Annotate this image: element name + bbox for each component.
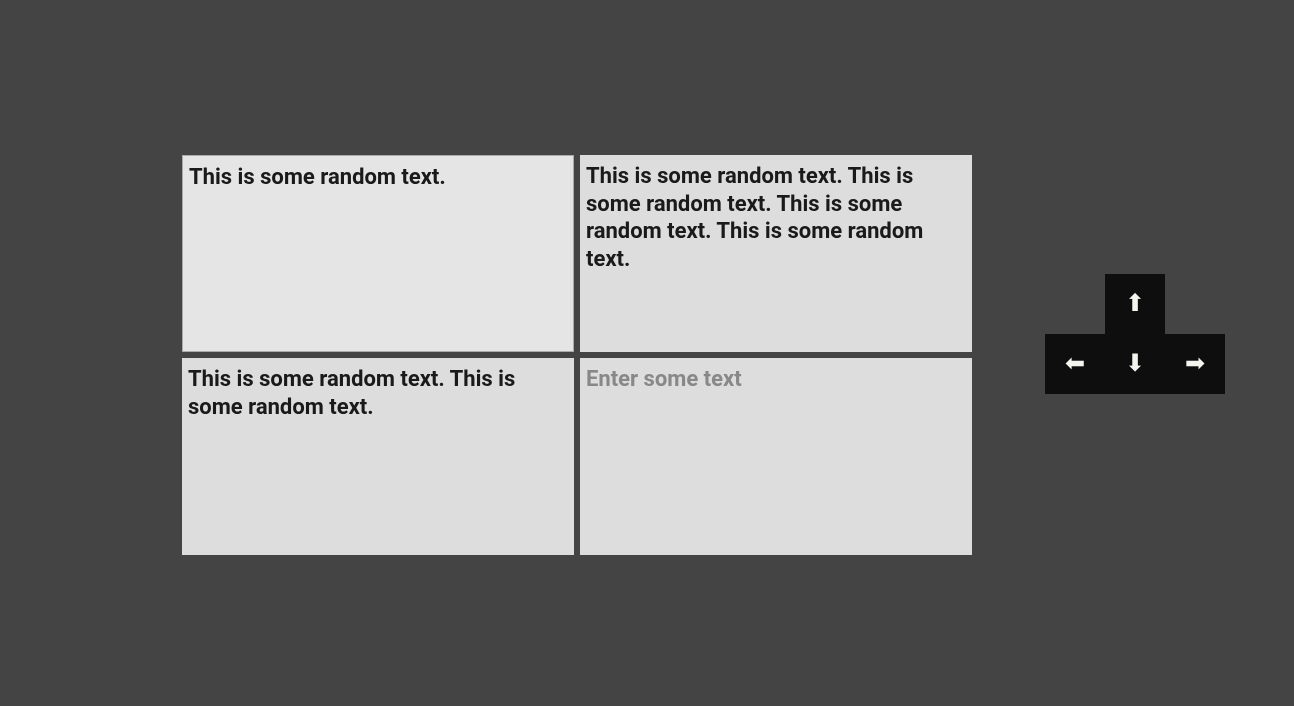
arrow-left-icon: ⬅ (1065, 352, 1085, 376)
textarea-top-left[interactable] (182, 155, 574, 352)
textarea-bottom-left[interactable] (182, 358, 574, 555)
dpad-left-button[interactable]: ⬅ (1045, 334, 1105, 394)
textarea-bottom-right[interactable] (580, 358, 972, 555)
textarea-top-right[interactable] (580, 155, 972, 352)
arrow-up-icon: ⬆ (1125, 292, 1145, 316)
dpad-up-button[interactable]: ⬆ (1105, 274, 1165, 334)
dpad-down-button[interactable]: ⬇ (1105, 334, 1165, 394)
arrow-down-icon: ⬇ (1125, 352, 1145, 376)
dpad-control: ⬆ ⬅ ⬇ ➡ (1045, 274, 1225, 394)
arrow-right-icon: ➡ (1185, 352, 1205, 376)
dpad-right-button[interactable]: ➡ (1165, 334, 1225, 394)
textarea-grid (182, 155, 972, 555)
